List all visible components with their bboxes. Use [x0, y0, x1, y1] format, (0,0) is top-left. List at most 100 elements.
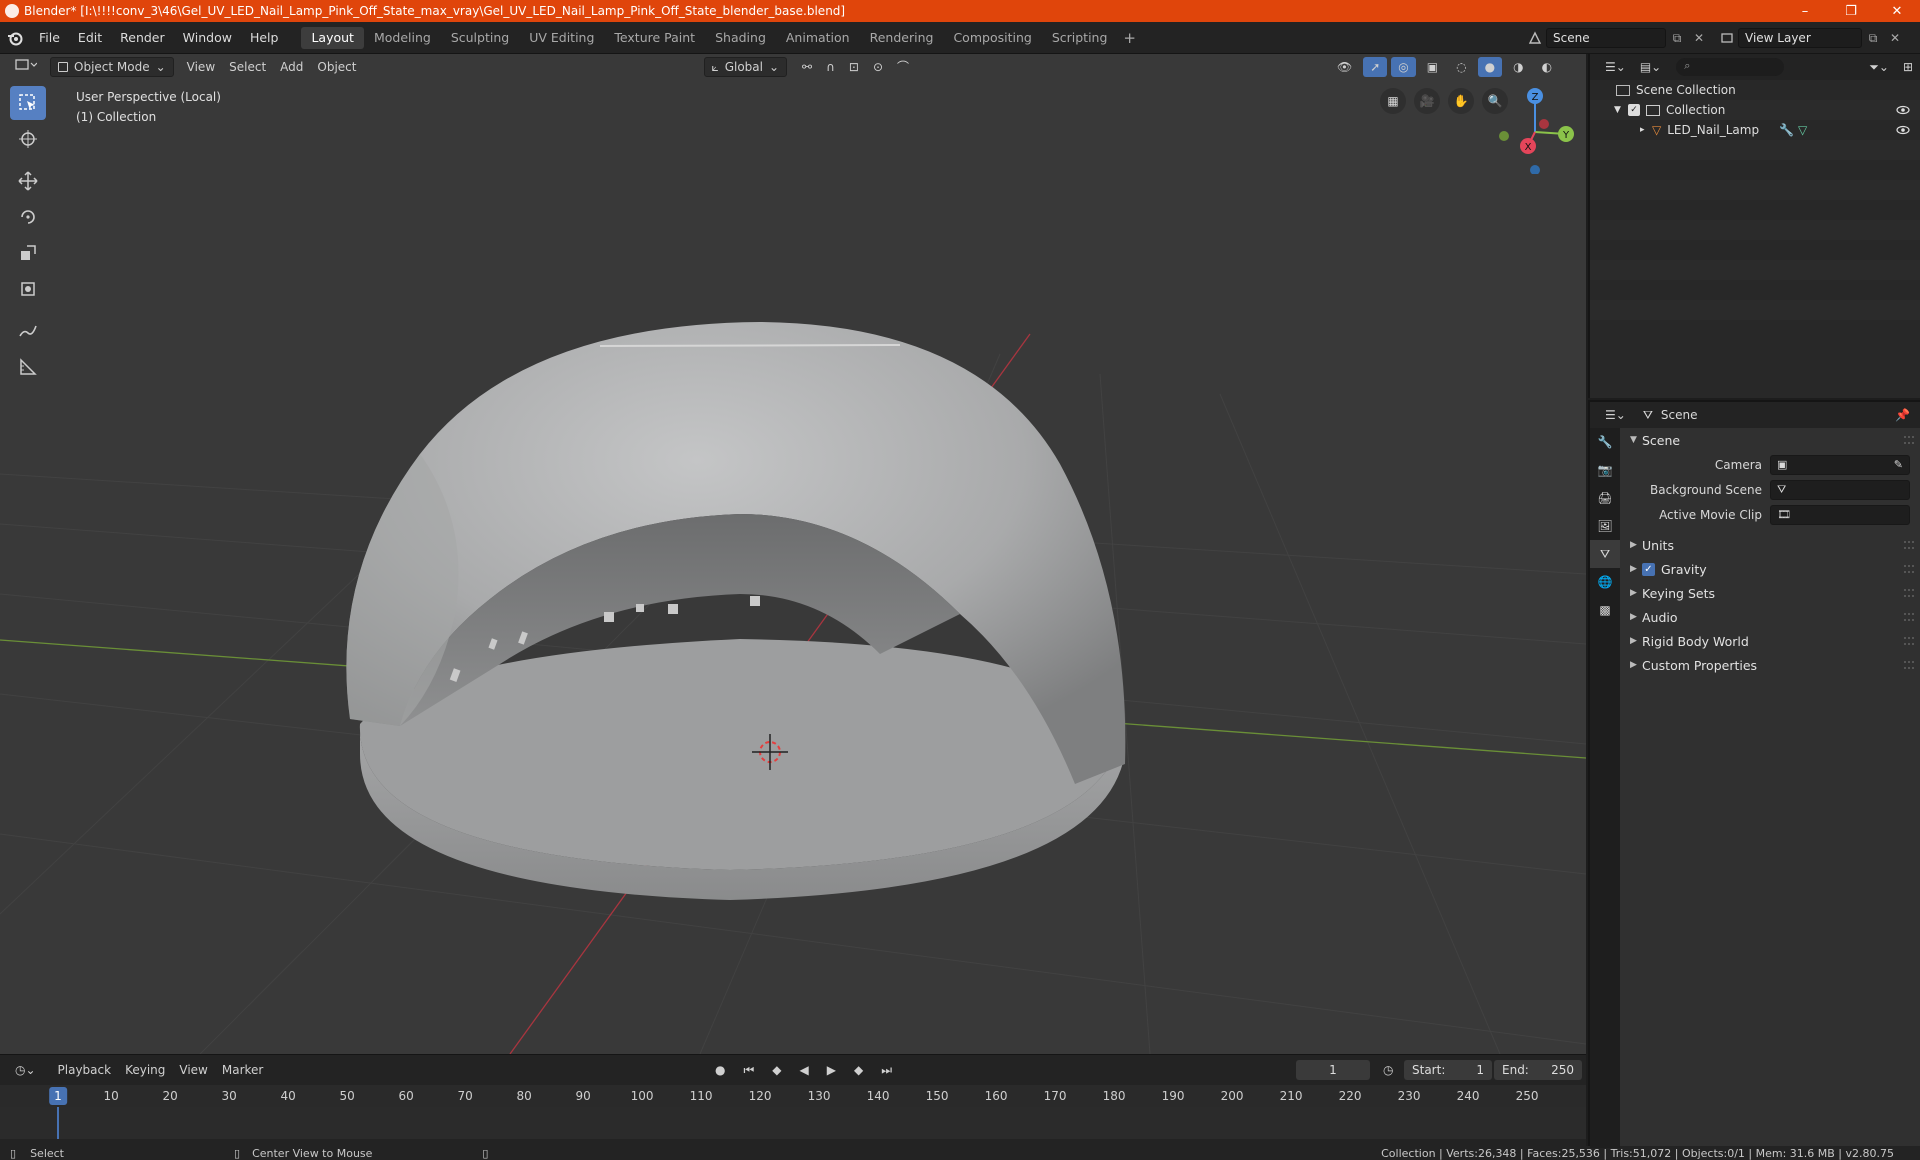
timeline-editor-type-icon[interactable]: ◷⌄ [8, 1060, 43, 1080]
timeline-menu-playback[interactable]: Playback [51, 1060, 119, 1080]
overlay-toggle-icon[interactable]: ◎ [1391, 57, 1416, 77]
expand-triangle-icon[interactable]: ▸ [1640, 125, 1652, 135]
menu-help[interactable]: Help [241, 27, 288, 49]
solid-shading-icon[interactable]: ● [1477, 57, 1503, 77]
start-frame-field[interactable]: Start: 1 [1404, 1060, 1492, 1080]
snap-magnet-icon[interactable]: ∩ [819, 57, 842, 77]
xray-icon[interactable]: ▣ [1420, 57, 1445, 77]
wireframe-shading-icon[interactable]: ◌ [1449, 57, 1473, 77]
minimize-button[interactable]: – [1782, 0, 1828, 22]
pin-icon[interactable]: 📌 [1895, 408, 1910, 422]
audio-panel-header[interactable]: ▶ Audio [1620, 605, 1920, 629]
new-collection-icon[interactable]: ⊞ [1896, 57, 1920, 77]
new-scene-icon[interactable]: ⧉ [1666, 28, 1688, 48]
custom-properties-panel-header[interactable]: ▶ Custom Properties [1620, 653, 1920, 677]
timeline-menu-view[interactable]: View [172, 1060, 214, 1080]
texture-tab-icon[interactable]: ▩ [1590, 596, 1620, 624]
play-icon[interactable]: ▶ [820, 1060, 843, 1080]
drag-handle-icon[interactable] [1904, 436, 1914, 444]
display-mode-icon[interactable]: ▤⌄ [1633, 57, 1668, 77]
tab-sculpting[interactable]: Sculpting [441, 27, 519, 49]
jump-end-icon[interactable]: ⏭ [874, 1060, 899, 1080]
eye-icon[interactable] [1896, 103, 1910, 117]
eyedropper-icon[interactable]: ✎ [1894, 458, 1903, 471]
rendered-shading-icon[interactable]: ◐ [1535, 57, 1559, 77]
tab-scripting[interactable]: Scripting [1042, 27, 1118, 49]
annotate-tool-icon[interactable] [10, 314, 46, 348]
background-scene-field[interactable]: ⛛ [1770, 479, 1910, 500]
current-frame-field[interactable]: 1 [1296, 1060, 1370, 1080]
properties-editor-type-icon[interactable]: ☰⌄ [1598, 405, 1633, 425]
camera-field[interactable]: ▣ ✎ [1770, 454, 1910, 475]
drag-handle-icon[interactable] [1904, 541, 1914, 549]
scene-tab-icon[interactable]: ⛛ [1590, 540, 1620, 568]
view-layer-field[interactable]: View Layer [1738, 28, 1862, 48]
tab-rendering[interactable]: Rendering [860, 27, 944, 49]
pan-hand-icon[interactable]: ✋ [1448, 88, 1474, 114]
tab-modeling[interactable]: Modeling [364, 27, 441, 49]
record-icon[interactable]: ● [708, 1060, 732, 1080]
falloff-icon[interactable]: ⌒ [890, 57, 916, 77]
pivot-point-icon[interactable]: ⚯ [795, 57, 819, 77]
viewport-menu-add[interactable]: Add [273, 57, 310, 77]
timeline-ruler[interactable]: 1 10 20 30 40 50 60 70 80 90 100 110 120 130 140 150 16… [0, 1085, 1586, 1107]
3d-viewport[interactable]: Object Mode ⌄ View Select Add Object ⟀ G… [0, 54, 1586, 1054]
jump-start-icon[interactable]: ⏮ [736, 1060, 761, 1080]
view-layer-tab-icon[interactable]: 🖼 [1590, 512, 1620, 540]
move-tool-icon[interactable] [10, 164, 46, 198]
drag-handle-icon[interactable] [1904, 589, 1914, 597]
scene-panel-header[interactable]: ▼ Scene [1620, 428, 1920, 452]
filter-icon[interactable]: ⏷⌄ [1862, 57, 1896, 77]
tab-animation[interactable]: Animation [776, 27, 860, 49]
rotate-tool-icon[interactable] [10, 200, 46, 234]
gravity-checkbox[interactable]: ✓ [1642, 562, 1655, 576]
blender-logo-icon[interactable] [0, 22, 30, 54]
menu-render[interactable]: Render [111, 27, 174, 49]
rigid-body-world-panel-header[interactable]: ▶ Rigid Body World [1620, 629, 1920, 653]
tab-shading[interactable]: Shading [705, 27, 776, 49]
measure-tool-icon[interactable] [10, 350, 46, 384]
collection-checkbox[interactable]: ✓ [1628, 104, 1640, 116]
visibility-icon[interactable]: 👁 [1330, 57, 1359, 77]
modifier-wrench-icon[interactable]: 🔧 [1779, 123, 1794, 137]
timeline-menu-keying[interactable]: Keying [118, 1060, 172, 1080]
tab-layout[interactable]: Layout [301, 26, 364, 49]
menu-file[interactable]: File [30, 27, 69, 49]
transform-orientation-dropdown[interactable]: ⟀ Global ⌄ [703, 57, 788, 77]
render-tab-icon[interactable]: 📷 [1590, 456, 1620, 484]
viewport-menu-object[interactable]: Object [310, 57, 363, 77]
keying-sets-panel-header[interactable]: ▶ Keying Sets [1620, 581, 1920, 605]
world-tab-icon[interactable]: 🌐 [1590, 568, 1620, 596]
tool-tab-icon[interactable]: 🔧 [1590, 428, 1620, 456]
scale-tool-icon[interactable] [10, 236, 46, 270]
drag-handle-icon[interactable] [1904, 613, 1914, 621]
editor-type-icon[interactable] [8, 57, 44, 77]
navigation-gizmo[interactable]: Z Y X [1490, 84, 1580, 174]
viewport-menu-view[interactable]: View [180, 57, 222, 77]
mesh-data-icon[interactable]: ▽ [1798, 123, 1807, 137]
gizmo-toggle-icon[interactable]: ➚ [1363, 57, 1388, 77]
menu-window[interactable]: Window [174, 27, 241, 49]
remove-view-layer-icon[interactable]: ✕ [1884, 28, 1906, 48]
tab-compositing[interactable]: Compositing [943, 27, 1041, 49]
end-frame-field[interactable]: End: 250 [1494, 1060, 1582, 1080]
outliner-collection-row[interactable]: ▼ ✓ Collection [1590, 100, 1920, 120]
camera-view-icon[interactable]: 🎥 [1414, 88, 1440, 114]
view-layer-icon[interactable] [1716, 28, 1738, 48]
select-box-tool-icon[interactable] [10, 86, 46, 120]
preview-range-icon[interactable]: ◷ [1376, 1060, 1400, 1080]
scene-icon[interactable] [1524, 28, 1546, 48]
next-keyframe-icon[interactable]: ◆ [847, 1060, 870, 1080]
new-view-layer-icon[interactable]: ⧉ [1862, 28, 1884, 48]
outliner-scene-collection-row[interactable]: Scene Collection [1590, 80, 1920, 100]
transform-tool-icon[interactable] [10, 272, 46, 306]
outliner-search-input[interactable]: ⌕ [1676, 58, 1785, 76]
drag-handle-icon[interactable] [1904, 565, 1914, 573]
playhead-frame-badge[interactable]: 1 [49, 1087, 67, 1105]
add-workspace-button[interactable]: + [1117, 27, 1142, 49]
close-button[interactable]: ✕ [1874, 0, 1920, 22]
playhead-line[interactable] [57, 1107, 59, 1139]
prev-keyframe-icon[interactable]: ◆ [765, 1060, 788, 1080]
scene-name-field[interactable]: Scene [1546, 28, 1666, 48]
menu-edit[interactable]: Edit [69, 27, 111, 49]
